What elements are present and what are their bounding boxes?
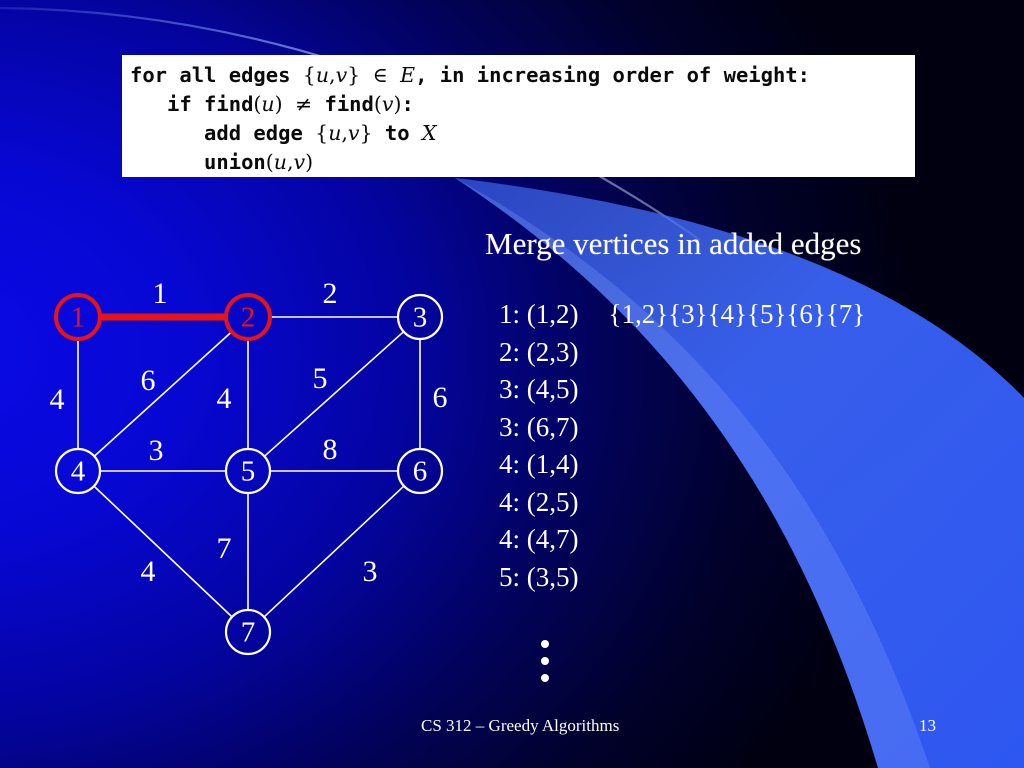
graph-diagram: 1 2 4 6 4 5 6 3 8 4 7 3 1 2 3 4 5 6 7 — [0, 250, 480, 680]
op-weight: 1: — [499, 299, 521, 329]
footer-page-number: 13 — [919, 716, 936, 735]
list-item: 4: (2,5) — [499, 484, 865, 522]
op-edge: (2,3) — [526, 336, 579, 367]
list-item: 3: (4,5) — [499, 371, 865, 409]
graph-node-label-6: 6 — [412, 455, 428, 488]
pseudocode-line-4: union(u,v) — [130, 150, 314, 174]
list-item: 2: (2,3) — [499, 334, 865, 372]
edge-weight-4-5: 3 — [148, 434, 164, 467]
pseudocode-panel: for all edges {u,v} ∈ E, in increasing o… — [122, 55, 915, 177]
list-item: 5: (3,5) — [499, 559, 865, 597]
op-edge: (1,2) — [526, 299, 579, 329]
list-item: 3: (6,7) — [499, 409, 865, 447]
merge-heading: Merge vertices in added edges — [485, 226, 862, 261]
op-weight: 4: — [499, 524, 521, 554]
op-edge: (3,5) — [526, 561, 579, 592]
merge-operations-list: 1: (1,2) {1,2}{3}{4}{5}{6}{7} 2: (2,3) 3:… — [499, 296, 865, 596]
op-weight: 2: — [499, 336, 521, 367]
edge-weight-6-7: 3 — [362, 555, 378, 588]
edge-weight-1-2: 1 — [152, 277, 168, 310]
edge-weight-4-7: 4 — [140, 555, 156, 588]
op-weight: 4: — [499, 486, 521, 517]
edge-weight-2-5: 4 — [216, 382, 232, 415]
op-sets: {1,2}{3}{4}{5}{6}{7} — [608, 299, 866, 329]
footer-course-title: CS 312 – Greedy Algorithms — [421, 716, 620, 735]
slide: for all edges {u,v} ∈ E, in increasing o… — [0, 0, 1024, 768]
edge-weight-2-3: 2 — [322, 277, 338, 310]
edge-weight-4-2: 6 — [140, 364, 156, 397]
op-edge: (2,5) — [526, 486, 579, 517]
pseudocode-line-1: for all edges {u,v} ∈ E, in increasing o… — [130, 63, 811, 87]
op-weight: 4: — [499, 449, 521, 479]
edge-weight-1-4: 4 — [49, 383, 65, 416]
pseudocode-line-2: if find(u) ≠ find(v): — [130, 92, 414, 116]
graph-edge-4-7 — [93, 485, 233, 618]
op-edge: (6,7) — [526, 411, 579, 442]
pseudocode-line-3: add edge {u,v} to X — [130, 121, 437, 145]
op-weight: 3: — [499, 374, 521, 404]
op-weight: 5: — [499, 561, 521, 592]
list-item: 4: (4,7) — [499, 521, 865, 559]
graph-node-label-4: 4 — [70, 455, 86, 488]
edge-weight-5-6: 8 — [322, 433, 338, 466]
graph-node-label-5: 5 — [240, 455, 256, 488]
list-item: 4: (1,4) — [499, 446, 865, 484]
vertical-ellipsis-icon — [541, 640, 549, 682]
edge-weight-5-7: 7 — [216, 532, 232, 565]
edge-weight-5-3: 5 — [312, 362, 328, 395]
op-edge: (4,7) — [526, 524, 579, 554]
op-edge: (1,4) — [526, 449, 579, 479]
edge-weight-3-6: 6 — [432, 381, 448, 414]
op-weight: 3: — [499, 411, 521, 442]
graph-node-label-7: 7 — [240, 616, 256, 649]
list-item: 1: (1,2) {1,2}{3}{4}{5}{6}{7} — [499, 296, 865, 334]
graph-node-label-2: 2 — [240, 301, 256, 334]
graph-node-label-3: 3 — [412, 301, 428, 334]
graph-node-label-1: 1 — [70, 301, 86, 334]
op-edge: (4,5) — [526, 374, 579, 404]
graph-edge-6-7 — [263, 485, 405, 618]
